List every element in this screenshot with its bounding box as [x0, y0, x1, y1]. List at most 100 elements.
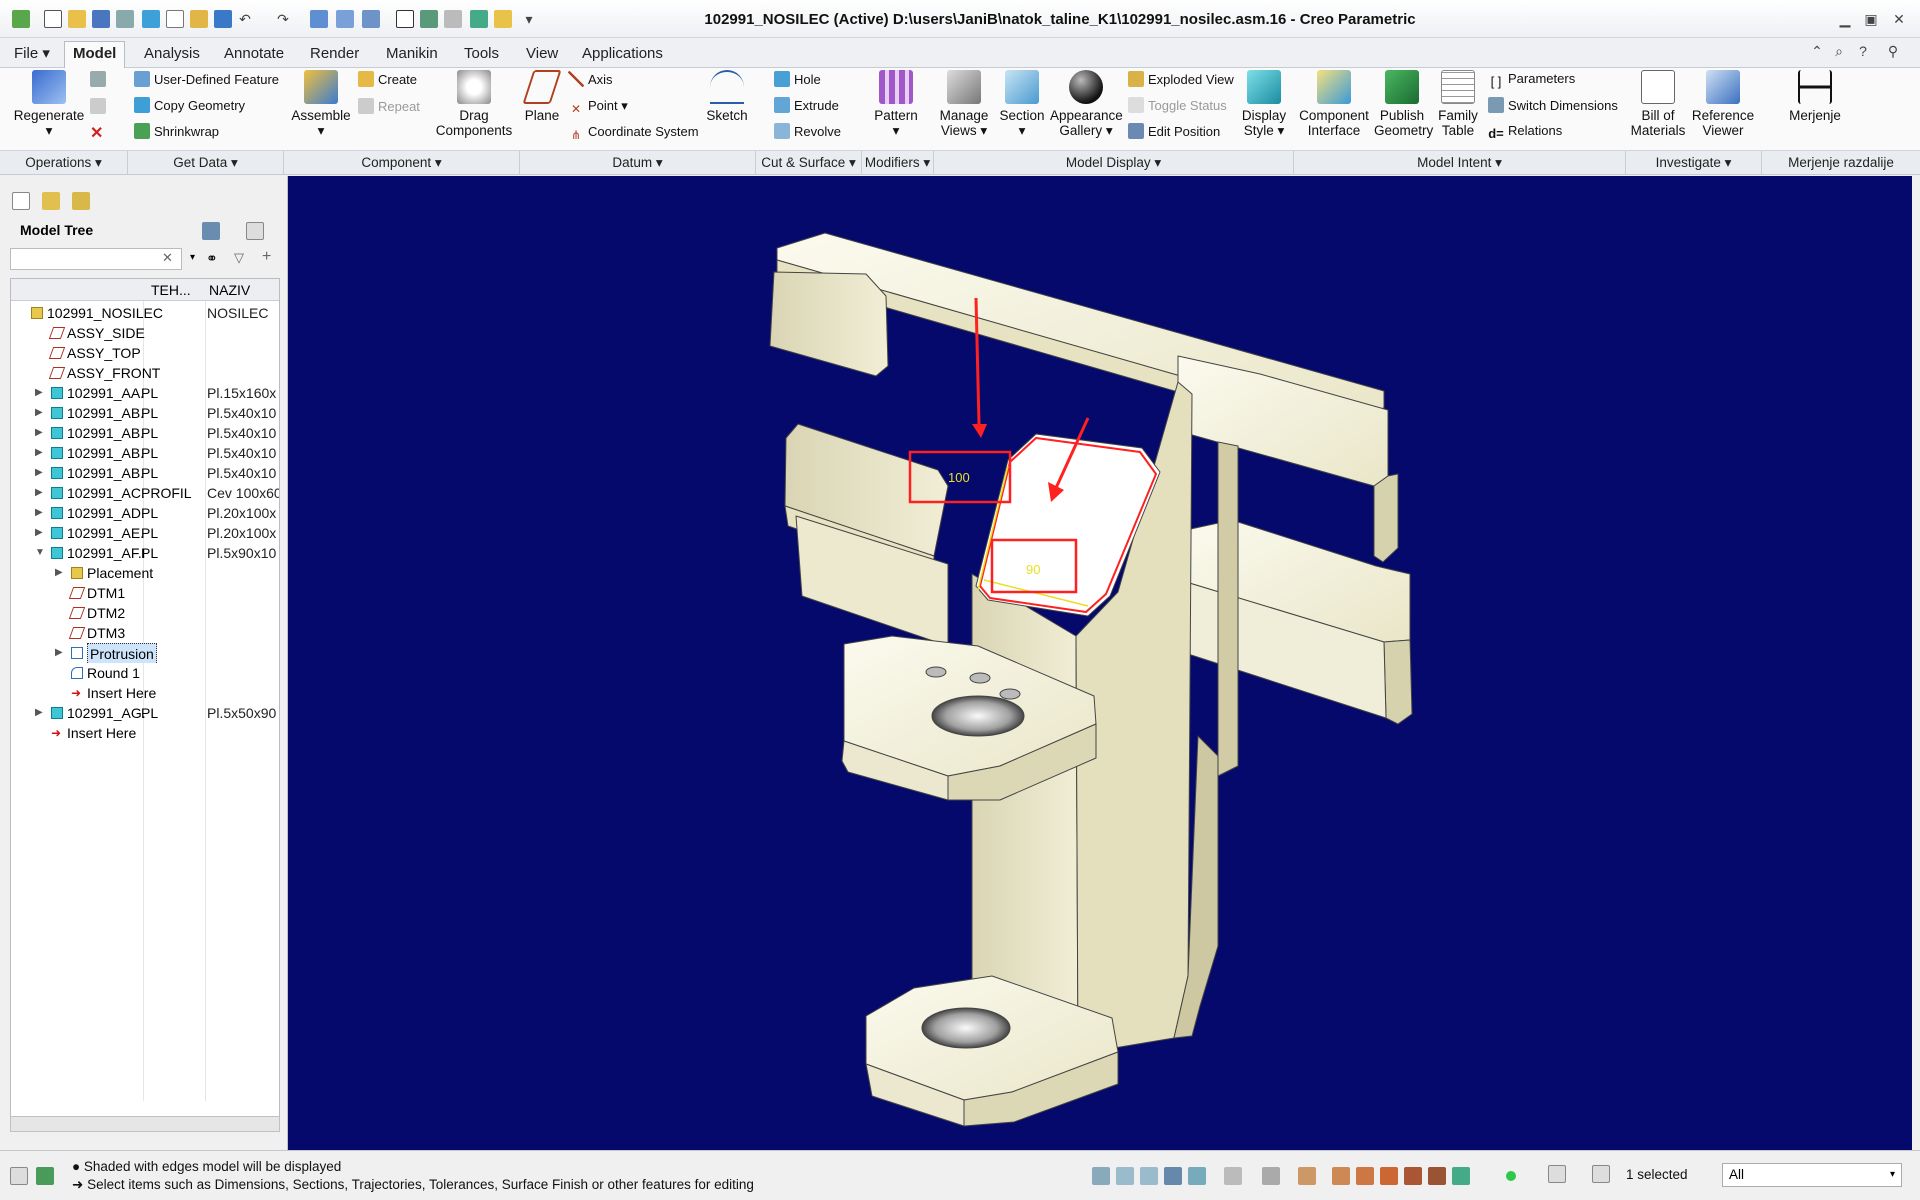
tree-row[interactable]: ASSY_SIDE — [11, 323, 279, 343]
tree-horizontal-scrollbar[interactable] — [10, 1116, 280, 1132]
coordinate-system-button[interactable]: ⋔ Coordinate System — [568, 124, 699, 144]
group-cut-surface[interactable]: Cut & Surface ▾ — [756, 151, 862, 175]
toggle-navigator-icon[interactable] — [10, 1167, 28, 1185]
tree-row[interactable]: ASSY_FRONT — [11, 363, 279, 383]
datum-display-icon[interactable] — [1298, 1167, 1316, 1185]
tree-row[interactable]: DTM3 — [11, 623, 279, 643]
tree-row[interactable]: ASSY_TOP — [11, 343, 279, 363]
favorites-tab-icon[interactable] — [72, 192, 90, 210]
expand-icon[interactable]: ▶ — [35, 423, 45, 443]
drag-components-button[interactable]: Drag Components — [432, 70, 516, 138]
document-icon[interactable] — [166, 10, 184, 28]
filter-select[interactable]: All ▾ — [1722, 1163, 1902, 1187]
print-icon[interactable] — [116, 10, 134, 28]
tree-row[interactable]: ➜ Insert Here — [11, 723, 279, 743]
view-icon[interactable] — [420, 10, 438, 28]
spin-center-icon[interactable] — [1452, 1167, 1470, 1185]
group-merjenje-razdalije[interactable]: Merjenje razdalije — [1762, 151, 1920, 175]
tab-applications[interactable]: Applications — [574, 42, 671, 68]
tree-row[interactable]: Round 1 — [11, 663, 279, 683]
tree-row[interactable]: ➜ Insert Here — [11, 683, 279, 703]
family-table-button[interactable]: Family Table — [1432, 70, 1484, 138]
annotation-display-icon[interactable] — [1332, 1167, 1350, 1185]
delete-button[interactable]: ✕ — [90, 123, 103, 143]
copy-icon-button[interactable] — [90, 71, 110, 87]
select-icon[interactable] — [470, 10, 488, 28]
selection-filter-icon[interactable] — [1592, 1165, 1610, 1183]
selection-count[interactable]: 1 selected — [1626, 1167, 1688, 1182]
group-operations[interactable]: Operations ▾ — [0, 151, 128, 175]
sketch-button[interactable]: Sketch — [702, 70, 752, 123]
find-icon[interactable]: ⚭ — [206, 250, 218, 267]
tab-tools[interactable]: Tools — [456, 42, 507, 68]
tab-model[interactable]: Model — [64, 41, 126, 69]
show-icon[interactable] — [246, 222, 264, 240]
tree-row[interactable]: ▶ 102991_AA.PRTPL Pl.15x160x — [11, 383, 279, 403]
tree-row[interactable]: ▶ Protrusion — [11, 643, 279, 663]
pattern-button[interactable]: Pattern ▾ — [868, 70, 924, 138]
expand-icon[interactable]: ▶ — [55, 643, 65, 663]
app-switch-icon[interactable] — [396, 10, 414, 28]
windows-icon[interactable] — [336, 10, 354, 28]
redo-icon[interactable]: ↷ — [274, 10, 292, 28]
section-button[interactable]: Section ▾ — [996, 70, 1048, 138]
expand-icon[interactable]: ▶ — [35, 443, 45, 463]
bill-of-materials-button[interactable]: Bill of Materials — [1630, 70, 1686, 138]
tab-annotate[interactable]: Annotate — [216, 42, 292, 68]
toggle-browser-icon[interactable] — [36, 1167, 54, 1185]
assemble-button[interactable]: Assemble ▾ — [288, 70, 354, 138]
open-icon[interactable] — [68, 10, 86, 28]
collapse-icon[interactable]: ▼ — [35, 543, 45, 563]
expand-icon[interactable]: ▶ — [35, 463, 45, 483]
command-search-icon[interactable]: ⚲ — [1884, 42, 1902, 60]
axis-button[interactable]: Axis — [568, 71, 613, 87]
plane-button[interactable]: Plane — [520, 70, 564, 123]
regenerate-small-icon[interactable] — [310, 10, 328, 28]
appearance-gallery-button[interactable]: Appearance Gallery ▾ — [1050, 70, 1123, 138]
graphics-window[interactable]: 100 90 — [288, 176, 1912, 1150]
minimize-ribbon-icon[interactable]: ⌃ — [1808, 42, 1826, 60]
tab-render[interactable]: Render — [302, 42, 367, 68]
add-column-icon[interactable]: + — [262, 248, 271, 266]
column-header-naziv[interactable]: NAZIV — [209, 282, 250, 298]
new-icon[interactable] — [44, 10, 62, 28]
settings-icon[interactable] — [202, 222, 220, 240]
search-dropdown-icon[interactable]: ▾ — [190, 252, 195, 263]
tree-row[interactable]: ▼ 102991_AF.PRTPL Pl.5x90x10 — [11, 543, 279, 563]
publish-geometry-button[interactable]: Publish Geometry — [1374, 70, 1433, 138]
expand-icon[interactable]: ▶ — [35, 383, 45, 403]
expand-icon[interactable]: ▶ — [35, 523, 45, 543]
regenerate-button[interactable]: Regenerate ▾ — [10, 70, 88, 138]
open-folder-icon[interactable] — [494, 10, 512, 28]
group-get-data[interactable]: Get Data ▾ — [128, 151, 284, 175]
create-button[interactable]: Create — [358, 71, 417, 87]
search-icon[interactable]: ⌕ — [1830, 42, 1848, 60]
undo-icon[interactable]: ↶ — [236, 10, 254, 28]
plane-display-icon[interactable] — [1356, 1167, 1374, 1185]
clear-search-icon[interactable]: ✕ — [162, 250, 173, 266]
tree-row[interactable]: DTM2 — [11, 603, 279, 623]
expand-icon[interactable]: ▶ — [35, 483, 45, 503]
save-icon[interactable] — [92, 10, 110, 28]
filter-icon[interactable]: ▽ — [234, 250, 244, 266]
merjenje-button[interactable]: Merjenje — [1772, 70, 1858, 123]
find-small-icon[interactable] — [1548, 1165, 1566, 1183]
group-model-display[interactable]: Model Display ▾ — [934, 151, 1294, 175]
copy-icon[interactable] — [142, 10, 160, 28]
zoom-out-icon[interactable] — [1140, 1167, 1158, 1185]
group-component[interactable]: Component ▾ — [284, 151, 520, 175]
display-style-button[interactable]: Display Style ▾ — [1236, 70, 1292, 138]
repaint-icon[interactable] — [1164, 1167, 1182, 1185]
zoom-in-icon[interactable] — [1116, 1167, 1134, 1185]
tree-row[interactable]: ▶ 102991_AB.PRTPL Pl.5x40x10 — [11, 403, 279, 423]
tree-search-input[interactable] — [10, 248, 182, 270]
saved-orientations-icon[interactable] — [1224, 1167, 1242, 1185]
minimize-icon[interactable]: ▁ — [1836, 10, 1854, 28]
toggle-status-button[interactable]: Toggle Status — [1128, 97, 1227, 113]
tree-row[interactable]: ▶ 102991_AB.PRTPL Pl.5x40x10 — [11, 443, 279, 463]
model-tree-tab-icon[interactable] — [12, 192, 30, 210]
file-menu[interactable]: File ▾ — [6, 42, 58, 68]
close-icon[interactable]: ✕ — [1890, 10, 1908, 28]
extrude-button[interactable]: Extrude — [774, 97, 839, 113]
expand-icon[interactable]: ▶ — [35, 403, 45, 423]
